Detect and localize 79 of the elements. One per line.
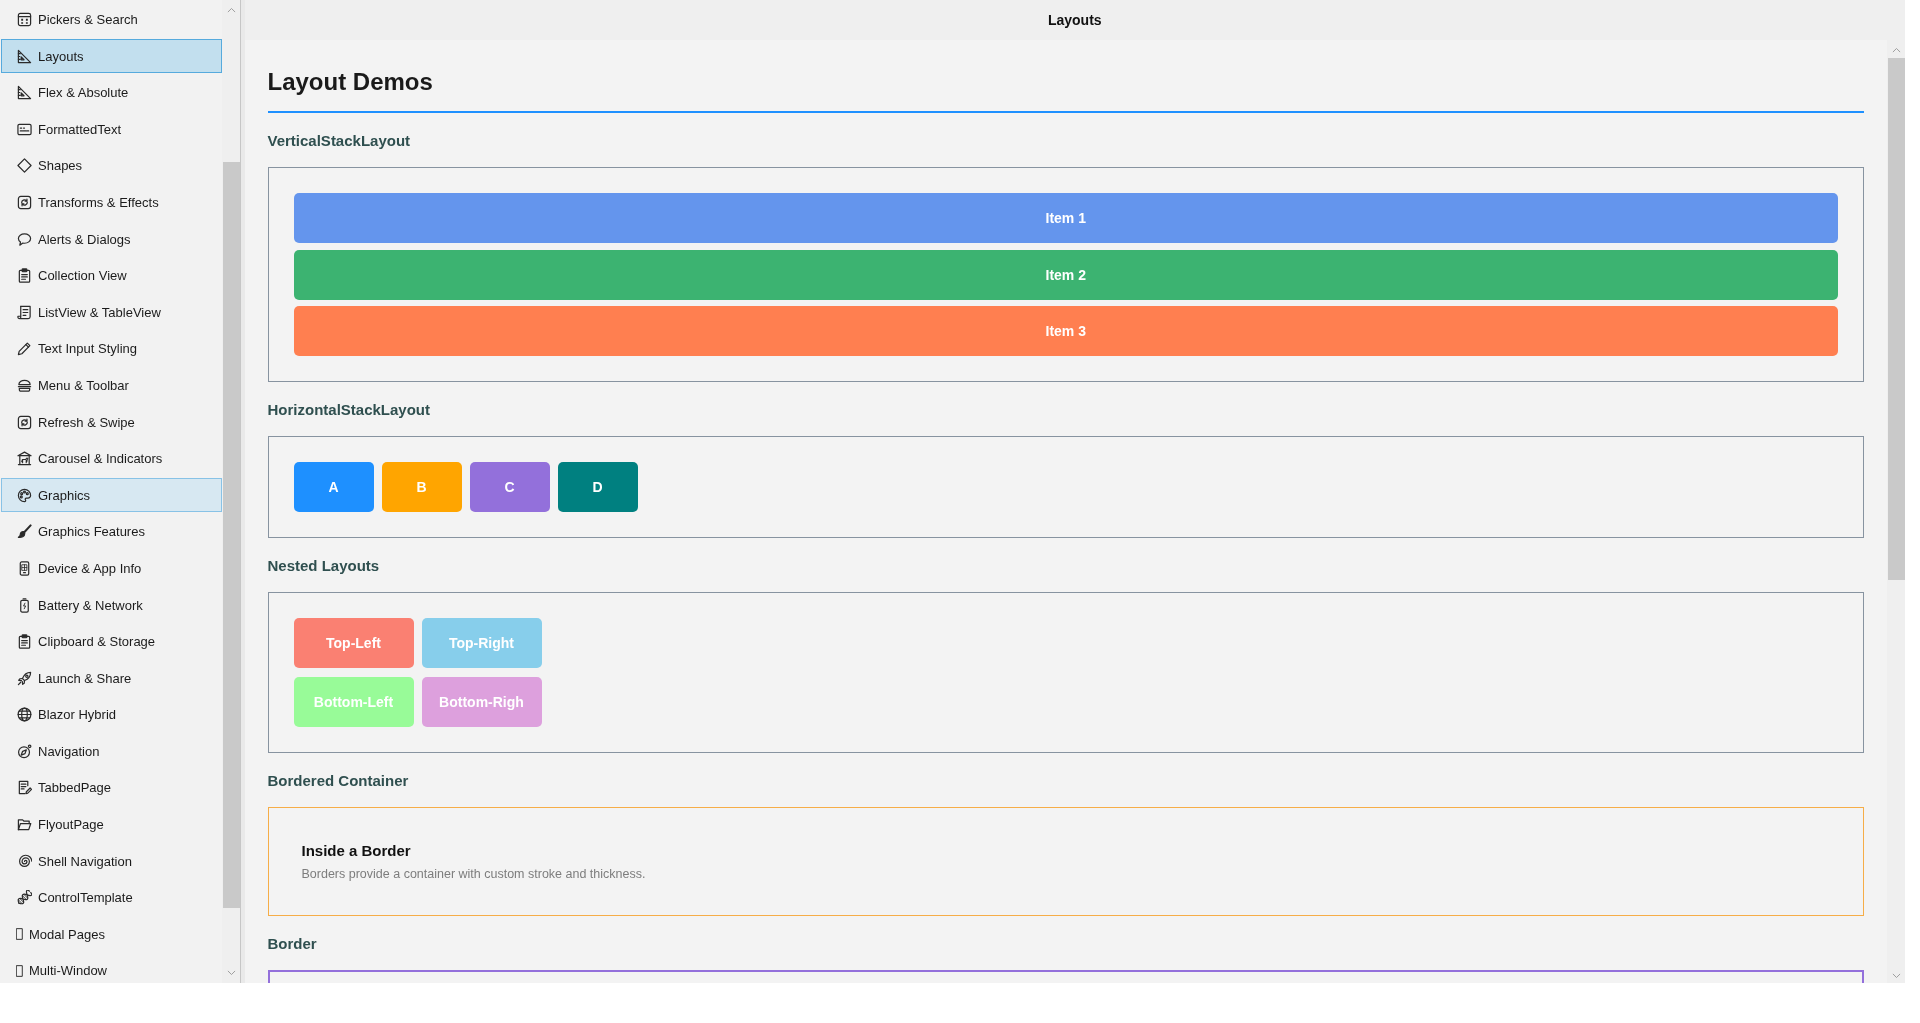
- sidebar-item[interactable]: FlyoutPage: [1, 807, 222, 842]
- sidebar-item[interactable]: Multi-Window: [1, 953, 222, 983]
- sidebar-item[interactable]: Pickers & Search: [1, 2, 222, 37]
- sidebar-item[interactable]: ListView & TableView: [1, 295, 222, 330]
- rocket-icon: [17, 670, 32, 686]
- clipboard-icon: [17, 268, 32, 284]
- sidebar-item[interactable]: Graphics: [1, 478, 222, 513]
- panel-title: Inside a Border: [301, 841, 412, 861]
- brush-icon: [17, 524, 32, 540]
- sidebar-item[interactable]: ControlTemplate: [1, 880, 222, 915]
- chevron-up-icon[interactable]: [1891, 47, 1901, 53]
- grid-cell: Bottom-Left: [293, 677, 414, 727]
- palette-icon: [17, 487, 32, 503]
- sidebar-item[interactable]: TabbedPage: [1, 770, 222, 805]
- text-box-icon: [17, 121, 32, 137]
- sidebar-item[interactable]: Refresh & Swipe: [1, 405, 222, 440]
- sidebar-item[interactable]: Alerts & Dialogs: [1, 222, 222, 257]
- battery-icon: [17, 597, 32, 613]
- section-heading: Border: [267, 934, 318, 954]
- sidebar-item[interactable]: Carousel & Indicators: [1, 441, 222, 476]
- scrollbar[interactable]: [1887, 40, 1905, 983]
- sidebar-item[interactable]: Device & App Info: [1, 551, 222, 586]
- burger-icon: [17, 377, 32, 393]
- sidebar-item[interactable]: Collection View: [1, 258, 222, 293]
- dna-icon: [17, 890, 32, 906]
- sidebar-item[interactable]: Shell Navigation: [1, 844, 222, 879]
- scroll-icon: [17, 304, 32, 320]
- grid-cell: Top-Right: [421, 618, 542, 668]
- sidebar-item[interactable]: Clipboard & Storage: [1, 624, 222, 659]
- document-pen-icon: [17, 780, 32, 796]
- sidebar-item[interactable]: Text Input Styling: [1, 331, 222, 366]
- scrollbar-thumb[interactable]: [222, 162, 240, 908]
- sidebar-item[interactable]: Transforms & Effects: [1, 185, 222, 220]
- carousel-icon: [17, 451, 32, 467]
- page-title: Layout Demos: [267, 67, 434, 97]
- rotate-arrows-icon: [17, 414, 32, 430]
- compass-icon: [17, 743, 32, 759]
- sidebar-item[interactable]: Modal Pages: [1, 917, 222, 952]
- chevron-down-icon[interactable]: [226, 970, 236, 976]
- section-heading: Bordered Container: [267, 771, 410, 791]
- sidebar-item[interactable]: Navigation: [1, 734, 222, 769]
- sidebar-item[interactable]: Battery & Network: [1, 588, 222, 622]
- diamond-icon: [17, 158, 32, 174]
- section-heading: VerticalStackLayout: [267, 131, 412, 151]
- pencil-icon: [17, 341, 32, 357]
- globe-icon: [17, 707, 32, 723]
- stack-item: D: [557, 462, 638, 512]
- rectangle-icon: [16, 964, 23, 977]
- sidebar-item[interactable]: Menu & Toolbar: [1, 368, 222, 403]
- stack-item: C: [469, 462, 550, 512]
- stack-item: Item 1: [293, 193, 1838, 243]
- stack-item: Item 2: [293, 249, 1838, 300]
- sidebar-item[interactable]: Shapes: [1, 148, 222, 183]
- clipboard-icon: [17, 634, 32, 650]
- stack-item: B: [381, 462, 462, 512]
- sidebar-item[interactable]: FormattedText: [1, 112, 222, 147]
- section-heading: Nested Layouts: [267, 556, 381, 576]
- section-heading: HorizontalStackLayout: [267, 400, 432, 420]
- sidebar-item[interactable]: Flex & Absolute: [1, 75, 222, 110]
- header-title: Layouts: [1047, 12, 1102, 28]
- sidebar-item[interactable]: Blazor Hybrid: [1, 697, 222, 732]
- grid-cell: Top-Left: [293, 618, 414, 668]
- calendar-icon: [17, 12, 32, 27]
- folder-icon: [17, 817, 32, 833]
- chevron-up-icon[interactable]: [226, 7, 236, 13]
- spiral-icon: [17, 853, 32, 869]
- sidebar-item[interactable]: Layouts: [1, 39, 222, 74]
- rotate-arrows-icon: [17, 194, 32, 210]
- speech-bubble-icon: [17, 231, 32, 247]
- chevron-down-icon[interactable]: [1891, 973, 1901, 979]
- sidebar-item[interactable]: Launch & Share: [1, 661, 222, 696]
- phone-icon: [17, 560, 32, 576]
- stack-item: A: [293, 462, 374, 512]
- grid-cell: Bottom-Righ: [421, 677, 542, 727]
- sidebar-item[interactable]: Graphics Features: [1, 514, 222, 549]
- panel-description: Borders provide a container with custom stroke and thickness.: [301, 866, 647, 883]
- stack-item: Item 3: [293, 306, 1838, 356]
- rectangle-icon: [16, 928, 23, 941]
- scrollbar-thumb[interactable]: [1887, 58, 1905, 580]
